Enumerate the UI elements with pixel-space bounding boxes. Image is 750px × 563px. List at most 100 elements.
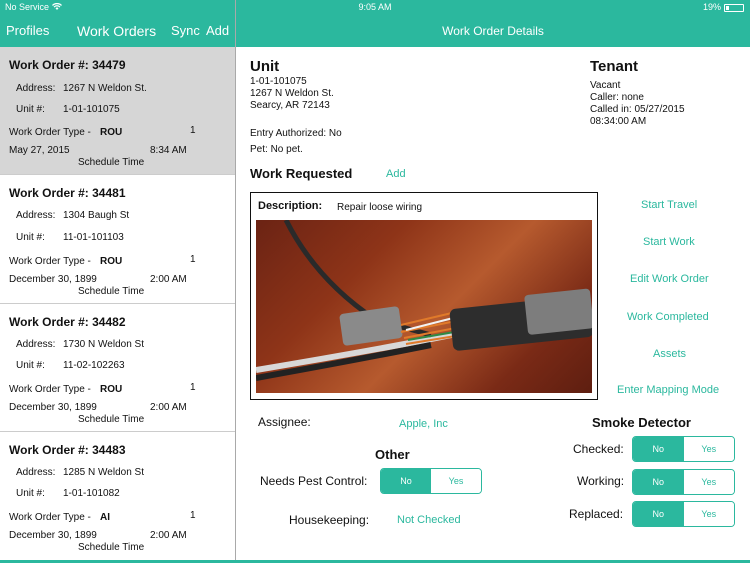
pest-control-label: Needs Pest Control: <box>260 474 368 488</box>
add-work-request-link[interactable]: Add <box>386 168 406 180</box>
pest-control-yes[interactable]: Yes <box>431 469 481 493</box>
work-orders-title: Work Orders <box>77 23 157 39</box>
tenant-caller: Caller: none <box>590 92 644 103</box>
unit-label: Unit #: <box>16 360 45 371</box>
unit-city: Searcy, AR 72143 <box>250 100 330 111</box>
unit-label: Unit #: <box>16 232 45 243</box>
work-order-item[interactable]: Work Order #: 34483 Address: 1285 N Weld… <box>0 432 235 563</box>
smoke-replaced-toggle[interactable]: No Yes <box>632 501 735 527</box>
address-label: Address: <box>16 83 56 94</box>
unit-value: 11-02-102263 <box>63 360 125 371</box>
housekeeping-label: Housekeeping: <box>289 513 370 527</box>
smoke-checked-label: Checked: <box>573 442 624 456</box>
type-value: AI <box>100 512 110 523</box>
unit-id: 1-01-101075 <box>250 76 307 87</box>
tenant-called-time: 08:34:00 AM <box>590 116 647 127</box>
work-requested-heading: Work Requested <box>250 166 353 181</box>
work-order-number: Work Order #: 34482 <box>9 315 126 329</box>
nav-bar: Profiles Work Orders Sync Add Work Order… <box>0 15 750 47</box>
profiles-button[interactable]: Profiles <box>6 15 49 47</box>
tenant-called-in: Called in: 05/27/2015 <box>590 104 685 115</box>
address-value: 1267 N Weldon St. <box>63 83 147 94</box>
smoke-replaced-label: Replaced: <box>569 507 624 521</box>
unit-label: Unit #: <box>16 488 45 499</box>
unit-value: 1-01-101075 <box>63 104 120 115</box>
unit-value: 11-01-101103 <box>63 232 124 243</box>
schedule-time: 2:00 AM <box>150 402 187 413</box>
work-order-item[interactable]: Work Order #: 34479 Address: 1267 N Weld… <box>0 47 235 175</box>
item-count: 1 <box>190 510 196 521</box>
tenant-heading: Tenant <box>590 58 639 75</box>
work-order-item[interactable]: Work Order #: 34481 Address: 1304 Baugh … <box>0 175 235 304</box>
type-value: ROU <box>100 256 123 267</box>
work-order-number: Work Order #: 34481 <box>9 186 126 200</box>
schedule-time: 2:00 AM <box>150 530 187 541</box>
start-work-button[interactable]: Start Work <box>643 236 695 248</box>
work-order-details: Unit 1-01-101075 1267 N Weldon St. Searc… <box>236 47 750 563</box>
unit-label: Unit #: <box>16 104 45 115</box>
type-label: Work Order Type - <box>9 256 91 267</box>
work-order-number: Work Order #: 34483 <box>9 443 126 457</box>
smoke-checked-no[interactable]: No <box>633 437 684 461</box>
work-request-card[interactable]: Description: Repair loose wiring <box>250 192 598 400</box>
schedule-label: Schedule Time <box>78 542 145 553</box>
address-value: 1285 N Weldon St <box>63 467 144 478</box>
unit-value: 1-01-101082 <box>63 488 120 499</box>
schedule-date: December 30, 1899 <box>9 402 97 413</box>
schedule-label: Schedule Time <box>78 157 145 168</box>
schedule-date: December 30, 1899 <box>9 530 97 541</box>
work-order-list: Work Order #: 34479 Address: 1267 N Weld… <box>0 47 235 563</box>
schedule-label: Schedule Time <box>78 286 145 297</box>
smoke-replaced-yes[interactable]: Yes <box>683 502 734 526</box>
start-travel-button[interactable]: Start Travel <box>641 199 697 211</box>
type-label: Work Order Type - <box>9 512 91 523</box>
assignee-value[interactable]: Apple, Inc <box>399 418 448 430</box>
schedule-date: May 27, 2015 <box>9 145 70 156</box>
smoke-working-label: Working: <box>577 474 625 488</box>
work-completed-button[interactable]: Work Completed <box>627 311 709 323</box>
work-order-number: Work Order #: 34479 <box>9 58 126 72</box>
address-label: Address: <box>16 210 56 221</box>
edit-work-order-button[interactable]: Edit Work Order <box>630 273 709 285</box>
type-label: Work Order Type - <box>9 127 91 138</box>
wiring-photo-illustration <box>255 218 594 381</box>
type-value: ROU <box>100 127 123 138</box>
smoke-checked-yes[interactable]: Yes <box>683 437 734 461</box>
smoke-working-toggle[interactable]: No Yes <box>632 469 735 495</box>
entry-authorized: Entry Authorized: No <box>250 128 342 139</box>
work-request-photo[interactable] <box>255 218 594 393</box>
work-order-item[interactable]: Work Order #: 34482 Address: 1730 N Weld… <box>0 304 235 432</box>
sync-button[interactable]: Sync <box>171 15 200 47</box>
pet-info: Pet: No pet. <box>250 144 303 155</box>
add-work-order-button[interactable]: Add <box>206 15 229 47</box>
enter-mapping-mode-button[interactable]: Enter Mapping Mode <box>617 384 719 396</box>
battery-percent: 19% <box>702 2 721 12</box>
address-value: 1730 N Weldon St <box>63 339 144 350</box>
other-heading: Other <box>375 447 410 462</box>
battery-icon <box>724 3 744 12</box>
item-count: 1 <box>190 382 196 393</box>
housekeeping-value[interactable]: Not Checked <box>397 514 461 526</box>
pest-control-no[interactable]: No <box>381 469 431 493</box>
status-bar: No Service 9:05 AM 19% <box>0 0 750 15</box>
type-value: ROU <box>100 384 123 395</box>
smoke-replaced-no[interactable]: No <box>633 502 684 526</box>
unit-street: 1267 N Weldon St. <box>250 88 334 99</box>
smoke-working-no[interactable]: No <box>633 470 684 494</box>
smoke-working-yes[interactable]: Yes <box>683 470 734 494</box>
pest-control-toggle[interactable]: No Yes <box>380 468 482 494</box>
description-value: Repair loose wiring <box>337 202 423 213</box>
smoke-detector-heading: Smoke Detector <box>592 415 691 430</box>
tenant-status: Vacant <box>590 80 621 91</box>
unit-heading: Unit <box>250 58 280 75</box>
work-order-details-title: Work Order Details <box>442 24 544 38</box>
battery-indicator: 19% <box>703 0 744 15</box>
schedule-time: 2:00 AM <box>150 274 187 285</box>
item-count: 1 <box>190 125 196 136</box>
assets-button[interactable]: Assets <box>653 348 686 360</box>
smoke-checked-toggle[interactable]: No Yes <box>632 436 735 462</box>
address-value: 1304 Baugh St <box>63 210 130 221</box>
address-label: Address: <box>16 339 56 350</box>
type-label: Work Order Type - <box>9 384 91 395</box>
item-count: 1 <box>190 254 196 265</box>
